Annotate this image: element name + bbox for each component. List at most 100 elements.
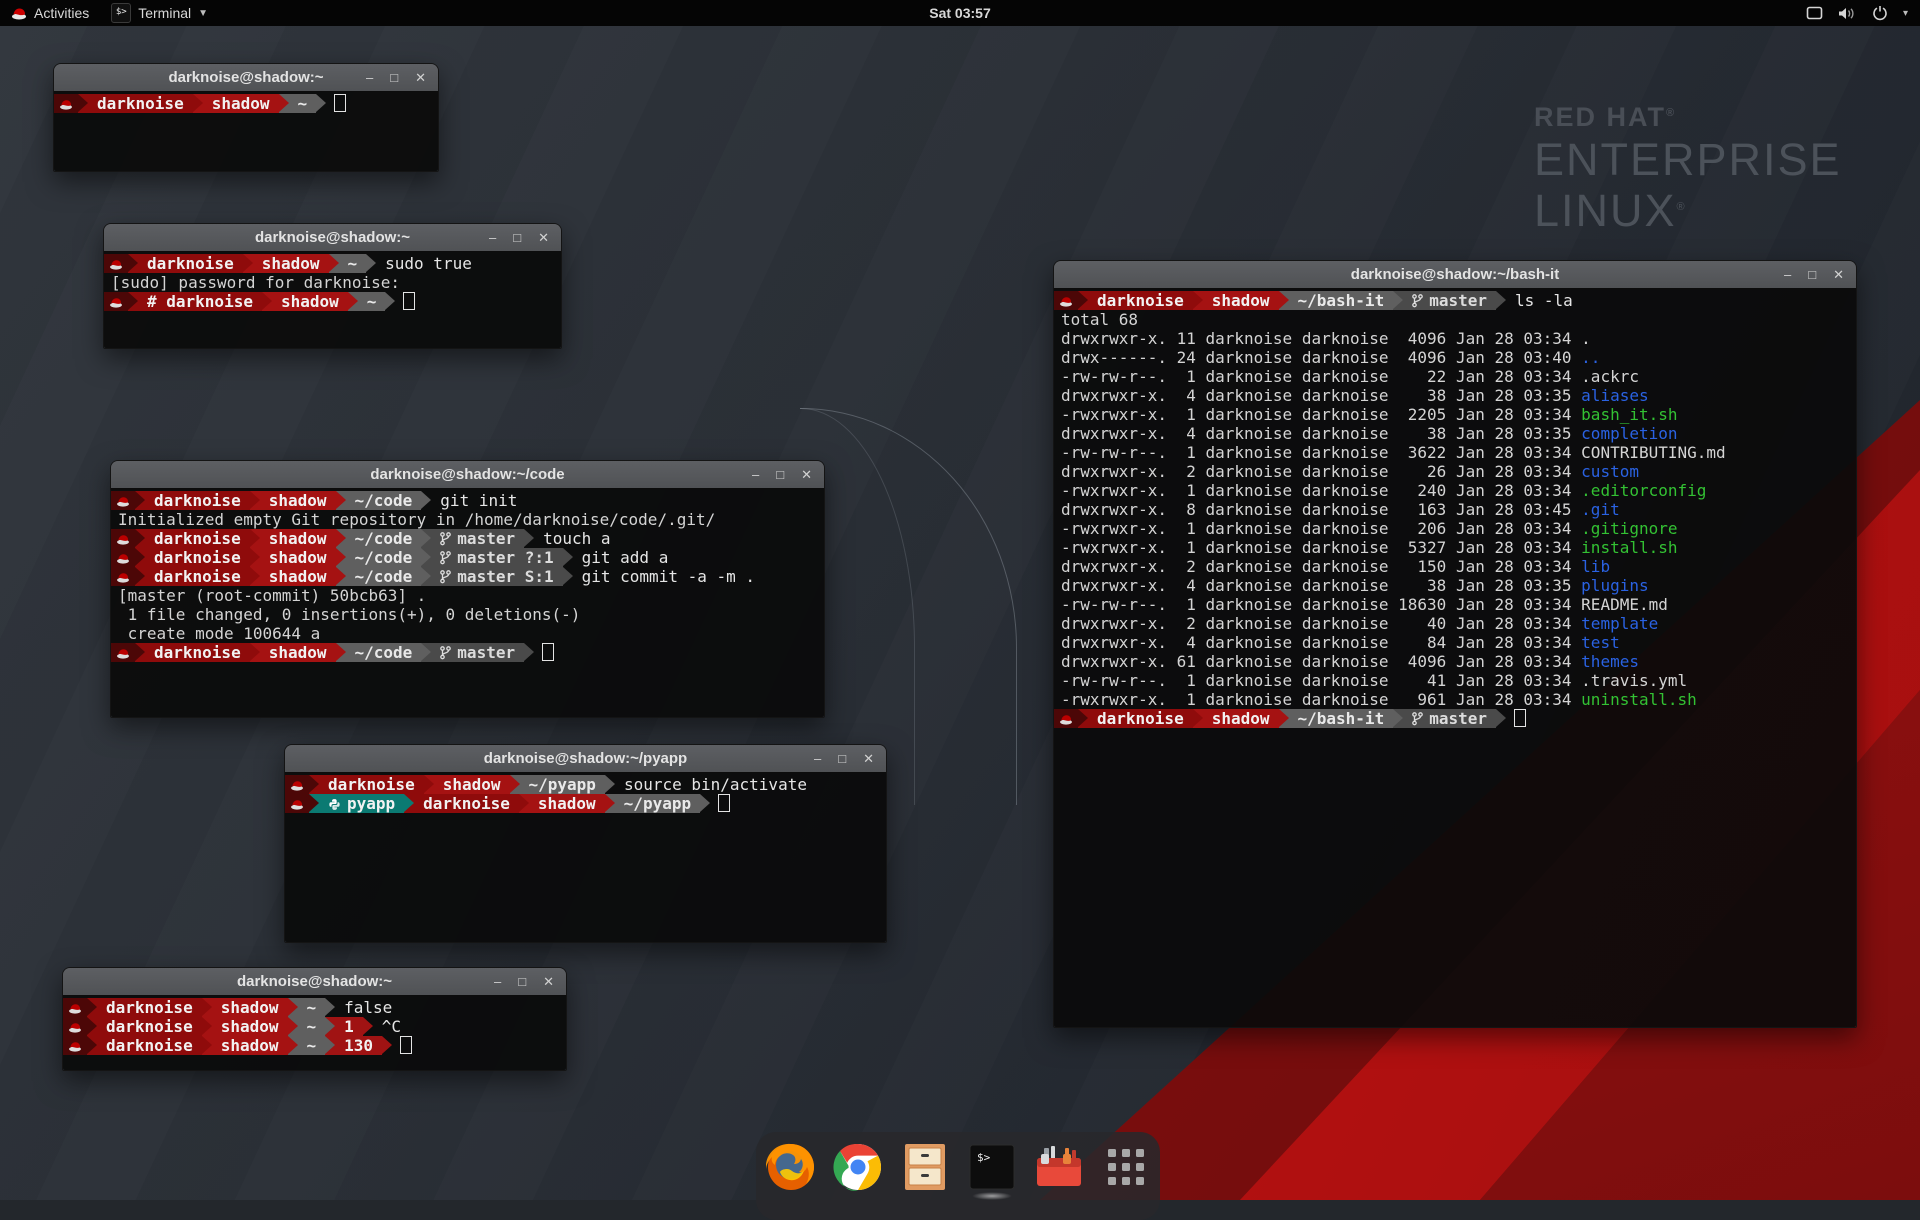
- terminal-window[interactable]: darknoise@shadow:~/code–□✕darknoiseshado…: [110, 460, 825, 718]
- window-titlebar[interactable]: darknoise@shadow:~/pyapp–□✕: [285, 745, 886, 773]
- prompt-err-segment: 1: [335, 1017, 363, 1036]
- command-text: ^C: [373, 1017, 401, 1036]
- terminal-content[interactable]: darknoiseshadow~sudo true[sudo] password…: [104, 251, 561, 348]
- window-titlebar[interactable]: darknoise@shadow:~–□✕: [54, 64, 438, 92]
- file-name: install.sh: [1581, 538, 1677, 557]
- clock[interactable]: Sat 03:57: [929, 5, 990, 21]
- maximize-button[interactable]: □: [776, 468, 784, 481]
- window-titlebar[interactable]: darknoise@shadow:~–□✕: [104, 224, 561, 252]
- terminal-content[interactable]: darknoiseshadow~/bash-itmasterls -latota…: [1054, 288, 1856, 1027]
- maximize-button[interactable]: □: [1808, 268, 1816, 281]
- power-icon[interactable]: [1872, 5, 1888, 21]
- dock-item-toolbox[interactable]: [1033, 1141, 1085, 1193]
- file-row: drwxrwxr-x. 4 darknoise darknoise 38 Jan…: [1054, 424, 1581, 443]
- dock-item-app-grid[interactable]: [1100, 1141, 1152, 1193]
- file-row: drwxrwxr-x. 2 darknoise darknoise 26 Jan…: [1054, 462, 1581, 481]
- terminal-cursor: [400, 1036, 412, 1054]
- prompt-path-segment: ~: [339, 254, 367, 273]
- maximize-button[interactable]: □: [513, 231, 521, 244]
- window-titlebar[interactable]: darknoise@shadow:~–□✕: [63, 968, 566, 996]
- prompt-path-segment: ~/code: [346, 567, 422, 586]
- file-row: drwxrwxr-x. 61 darknoise darknoise 4096 …: [1054, 652, 1581, 671]
- maximize-button[interactable]: □: [838, 752, 846, 765]
- prompt-git-segment: master S:1: [431, 567, 562, 586]
- terminal-window[interactable]: darknoise@shadow:~/bash-it–□✕darknoisesh…: [1053, 260, 1857, 1028]
- prompt-stub-segment: [104, 292, 128, 311]
- terminal-window[interactable]: darknoise@shadow:~–□✕darknoiseshadow~fal…: [62, 967, 567, 1071]
- terminal-line: [master (root-commit) 50bcb63] .: [111, 586, 824, 605]
- terminal-window[interactable]: darknoise@shadow:~–□✕darknoiseshadow~: [53, 63, 439, 172]
- python-icon: [328, 798, 341, 811]
- prompt-stub-segment: [1054, 291, 1078, 310]
- file-row: -rw-rw-r--. 1 darknoise darknoise 18630 …: [1054, 595, 1581, 614]
- output-text: create mode 100644 a: [111, 624, 320, 643]
- maximize-button[interactable]: □: [390, 71, 398, 84]
- file-row: -rw-rw-r--. 1 darknoise darknoise 3622 J…: [1054, 443, 1581, 462]
- close-button[interactable]: ✕: [1833, 268, 1844, 281]
- git-branch-icon: [440, 646, 451, 660]
- file-name: completion: [1581, 424, 1677, 443]
- terminal-line: -rw-rw-r--. 1 darknoise darknoise 18630 …: [1054, 595, 1856, 614]
- display-icon[interactable]: [1806, 6, 1823, 20]
- prompt-git-segment: master: [431, 529, 524, 548]
- window-titlebar[interactable]: darknoise@shadow:~/code–□✕: [111, 461, 824, 489]
- terminal-window[interactable]: darknoise@shadow:~–□✕darknoiseshadow~sud…: [103, 223, 562, 349]
- terminal-content[interactable]: darknoiseshadow~/pyappsource bin/activat…: [285, 772, 886, 942]
- dock-item-firefox[interactable]: [765, 1141, 817, 1193]
- dock-item-terminal[interactable]: $>: [966, 1141, 1018, 1193]
- terminal-content[interactable]: darknoiseshadow~/codegit initInitialized…: [111, 488, 824, 717]
- prompt-host-segment: shadow: [260, 529, 336, 548]
- command-text: touch a: [534, 529, 610, 548]
- maximize-button[interactable]: □: [518, 975, 526, 988]
- close-button[interactable]: ✕: [538, 231, 549, 244]
- terminal-content[interactable]: darknoiseshadow~: [54, 91, 438, 171]
- close-button[interactable]: ✕: [801, 468, 812, 481]
- terminal-line: pyappdarknoiseshadow~/pyapp: [285, 794, 886, 813]
- minimize-button[interactable]: –: [752, 468, 759, 481]
- prompt-host-segment: shadow: [260, 491, 336, 510]
- prompt-stub-segment: [285, 775, 309, 794]
- close-button[interactable]: ✕: [863, 752, 874, 765]
- dock-item-files[interactable]: [899, 1141, 951, 1193]
- dock-item-chrome[interactable]: [832, 1141, 884, 1193]
- prompt-git-segment: master ?:1: [431, 548, 562, 567]
- app-menu-terminal[interactable]: $> Terminal ▼: [100, 0, 219, 26]
- app-grid-icon: [1104, 1145, 1148, 1189]
- file-name: .gitignore: [1581, 519, 1677, 538]
- terminal-line: create mode 100644 a: [111, 624, 824, 643]
- system-menu-caret-icon[interactable]: ▾: [1903, 8, 1908, 19]
- terminal-window[interactable]: darknoise@shadow:~/pyapp–□✕darknoiseshad…: [284, 744, 887, 943]
- minimize-button[interactable]: –: [494, 975, 501, 988]
- terminal-content[interactable]: darknoiseshadow~falsedarknoiseshadow~1^C…: [63, 995, 566, 1070]
- redhat-icon: [68, 1022, 82, 1033]
- terminal-line: -rw-rw-r--. 1 darknoise darknoise 22 Jan…: [1054, 367, 1856, 386]
- close-button[interactable]: ✕: [543, 975, 554, 988]
- close-button[interactable]: ✕: [415, 71, 426, 84]
- window-titlebar[interactable]: darknoise@shadow:~/bash-it–□✕: [1054, 261, 1856, 289]
- volume-icon[interactable]: [1838, 6, 1857, 21]
- prompt-path-segment: ~: [298, 1017, 326, 1036]
- file-name: .ackrc: [1581, 367, 1639, 386]
- command-text: ls -la: [1506, 291, 1573, 310]
- file-name: .travis.yml: [1581, 671, 1687, 690]
- redhat-icon: [109, 297, 123, 308]
- terminal-line: darknoiseshadow~false: [63, 998, 566, 1017]
- prompt-path-segment: ~/bash-it: [1289, 709, 1394, 728]
- terminal-line: darknoiseshadow~/codemaster: [111, 643, 824, 662]
- prompt-user-segment: darknoise: [97, 998, 202, 1017]
- git-branch-icon: [440, 551, 451, 565]
- minimize-button[interactable]: –: [1784, 268, 1791, 281]
- terminal-app-icon: $>: [111, 3, 131, 23]
- git-branch-icon: [1412, 712, 1423, 726]
- prompt-host-segment: shadow: [529, 794, 605, 813]
- activities-button[interactable]: Activities: [0, 0, 100, 26]
- minimize-button[interactable]: –: [814, 752, 821, 765]
- file-row: drwxrwxr-x. 8 darknoise darknoise 163 Ja…: [1054, 500, 1581, 519]
- output-text: Initialized empty Git repository in /hom…: [111, 510, 715, 529]
- rhel-logo: RED HAT® ENTERPRISE LINUX®: [1534, 104, 1842, 233]
- minimize-button[interactable]: –: [489, 231, 496, 244]
- file-row: -rwxrwxr-x. 1 darknoise darknoise 5327 J…: [1054, 538, 1581, 557]
- minimize-button[interactable]: –: [366, 71, 373, 84]
- prompt-stub-segment: [63, 998, 87, 1017]
- file-row: drwx------. 24 darknoise darknoise 4096 …: [1054, 348, 1581, 367]
